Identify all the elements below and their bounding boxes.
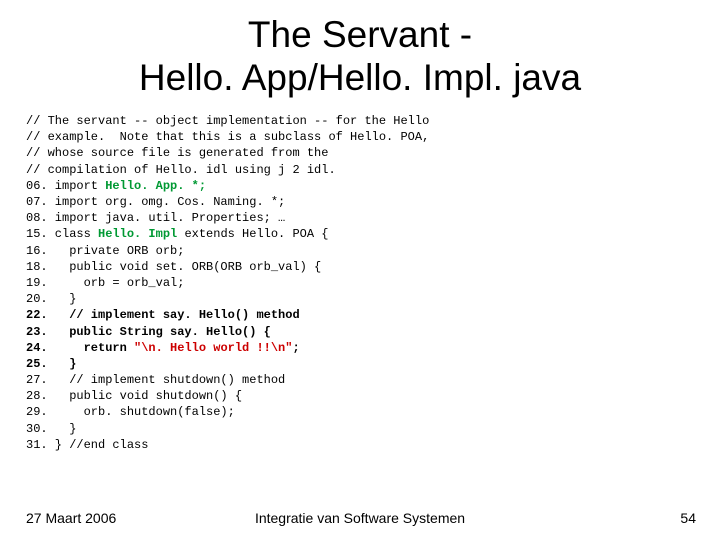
code-block: // The servant -- object implementation … xyxy=(0,99,720,453)
footer-title: Integratie van Software Systemen xyxy=(0,510,720,526)
code-line: // example. Note that this is a subclass… xyxy=(26,130,429,144)
code-line: 24. return "\n. Hello world !!\n"; xyxy=(26,341,300,355)
code-line: 06. import xyxy=(26,179,105,193)
code-import-helloapp: Hello. App. *; xyxy=(105,179,206,193)
code-line: 29. orb. shutdown(false); xyxy=(26,405,235,419)
code-line: // The servant -- object implementation … xyxy=(26,114,429,128)
code-line: 20. } xyxy=(26,292,76,306)
title-line-2: Hello. App/Hello. Impl. java xyxy=(139,57,581,98)
slide-title: The Servant - Hello. App/Hello. Impl. ja… xyxy=(0,0,720,99)
code-line: // whose source file is generated from t… xyxy=(26,146,328,160)
code-line: 22. // implement say. Hello() method xyxy=(26,308,300,322)
code-line: 18. public void set. ORB(ORB orb_val) { xyxy=(26,260,321,274)
title-line-1: The Servant - xyxy=(248,14,472,55)
code-line: 23. public String say. Hello() { xyxy=(26,325,271,339)
slide: The Servant - Hello. App/Hello. Impl. ja… xyxy=(0,0,720,540)
code-line: 27. // implement shutdown() method xyxy=(26,373,285,387)
page-number: 54 xyxy=(680,510,696,526)
code-line: // compilation of Hello. idl using j 2 i… xyxy=(26,163,336,177)
code-line: 31. } //end class xyxy=(26,438,148,452)
code-line: 15. class xyxy=(26,227,98,241)
code-string-literal: "\n. Hello world !!\n" xyxy=(134,341,292,355)
code-class-name: Hello. Impl xyxy=(98,227,184,241)
code-line: 07. import org. omg. Cos. Naming. *; xyxy=(26,195,285,209)
code-line: 19. orb = orb_val; xyxy=(26,276,184,290)
code-line: 30. } xyxy=(26,422,76,436)
code-line: 16. private ORB orb; xyxy=(26,244,184,258)
code-line: 28. public void shutdown() { xyxy=(26,389,242,403)
code-line: 25. } xyxy=(26,357,76,371)
code-line: extends Hello. POA { xyxy=(184,227,328,241)
code-line: 08. import java. util. Properties; … xyxy=(26,211,285,225)
